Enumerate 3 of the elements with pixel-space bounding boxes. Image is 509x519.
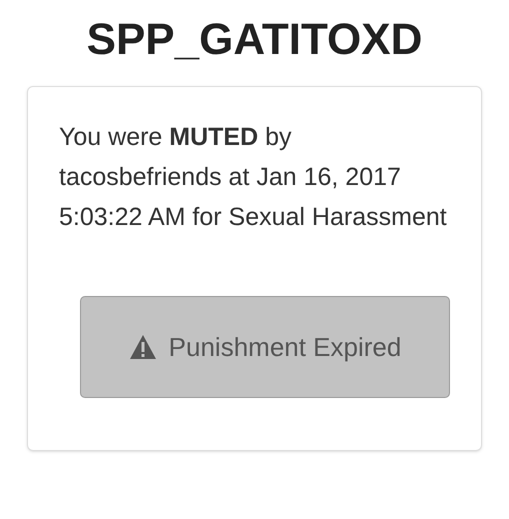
page-title: SPP_GATITOXD bbox=[86, 14, 422, 66]
warning-icon bbox=[128, 334, 157, 360]
punishment-message: You were MUTED by tacosbefriends at Jan 16, 2017 5:03:22 AM for Sexual Harassment bbox=[59, 122, 448, 233]
